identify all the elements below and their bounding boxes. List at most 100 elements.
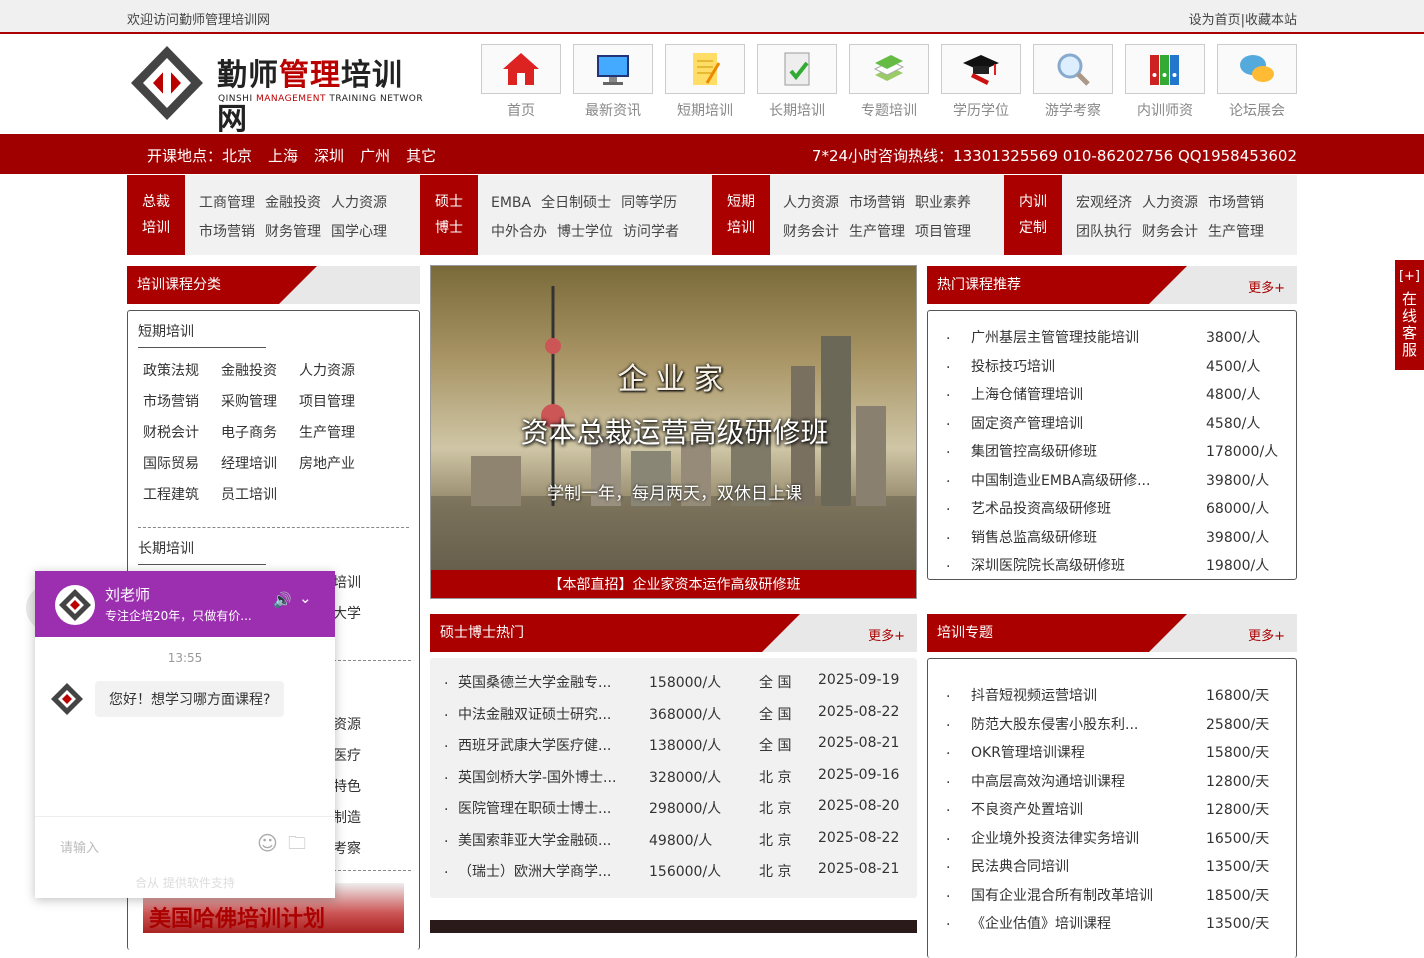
category-item[interactable]: 经理培训 (221, 449, 299, 480)
list-item[interactable]: . 上海仓储管理培训 4800/人 (928, 380, 1296, 409)
more-link[interactable]: 更多+ (1248, 277, 1285, 296)
category-tag[interactable]: 硕士 博士 (420, 175, 478, 255)
category-link[interactable]: 财务会计 (783, 224, 839, 240)
list-item[interactable]: . 广州基层主管管理技能培训 3800/人 (928, 323, 1296, 352)
table-row[interactable]: . 美国索菲亚大学金融硕... 49800/人北 京 2025-08-22 (430, 824, 917, 856)
category-item[interactable]: 项目管理 (299, 387, 377, 418)
nav-item-news[interactable]: 最新资讯 (573, 44, 653, 124)
category-link[interactable]: 人力资源 (783, 195, 839, 211)
category-tag[interactable]: 总裁 培训 (127, 175, 185, 255)
nav-item-trainers[interactable]: 内训师资 (1125, 44, 1205, 124)
category-tag[interactable]: 内训 定制 (1004, 175, 1062, 255)
emoji-icon[interactable]: ☺ (257, 831, 278, 855)
list-item[interactable]: . 中高层高效沟通培训课程 12800/天 (928, 767, 1296, 796)
category-link[interactable]: 团队执行 (1076, 224, 1132, 240)
list-item[interactable]: . 中国制造业EMBA高级研修... 39800/人 (928, 466, 1296, 495)
more-link[interactable]: 更多+ (1248, 625, 1285, 644)
table-row[interactable]: . 医院管理在职硕士博士... 298000/人北 京 2025-08-20 (430, 792, 917, 824)
category-item[interactable]: 国际贸易 (143, 449, 221, 480)
table-row[interactable]: . 英国桑德兰大学金融专... 158000/人全 国 2025-09-19 (430, 666, 917, 698)
table-row[interactable]: . （瑞士）欧洲大学商学... 156000/人北 京 2025-08-21 (430, 855, 917, 887)
category-link[interactable]: 宏观经济 (1076, 195, 1132, 211)
chevron-down-icon[interactable]: ⌄ (299, 589, 312, 607)
hero-banner[interactable]: 企业家 资本总裁运营高级研修班 学制一年，每月两天，双休日上课 【本部直招】企业… (430, 265, 917, 599)
category-item[interactable]: 生产管理 (299, 418, 377, 449)
category-link[interactable]: 财务会计 (1142, 224, 1198, 240)
category-link[interactable]: 中外合办 (491, 224, 547, 240)
category-link[interactable]: 全日制硕士 (541, 195, 611, 211)
list-item[interactable]: . 固定资产管理培训 4580/人 (928, 409, 1296, 438)
category-link[interactable]: 生产管理 (849, 224, 905, 240)
category-item[interactable]: 政策法规 (143, 356, 221, 387)
list-item[interactable]: . 防范大股东侵害小股东利... 25800/天 (928, 710, 1296, 739)
nav-item-short[interactable]: 短期培训 (665, 44, 745, 124)
category-item[interactable]: 房地产业 (299, 449, 377, 480)
category-item[interactable]: 人力资源 (299, 356, 377, 387)
category-link[interactable]: 金融投资 (265, 195, 321, 211)
nav-item-forum[interactable]: 论坛展会 (1217, 44, 1297, 124)
list-item[interactable]: . OKR管理培训课程 15800/天 (928, 738, 1296, 767)
section-title-long: 长期培训 (138, 538, 266, 565)
home-favorite-links[interactable]: 设为首页|收藏本站 (1189, 9, 1297, 28)
category-link[interactable]: 人力资源 (331, 195, 387, 211)
nav-item-study-tour[interactable]: 游学考察 (1033, 44, 1113, 124)
location-other[interactable]: 其它 (406, 147, 436, 165)
category-link[interactable]: 市场营销 (199, 224, 255, 240)
list-item[interactable]: . 销售总监高级研修班 39800/人 (928, 523, 1296, 552)
category-link[interactable]: 博士学位 (557, 224, 613, 240)
category-link[interactable]: EMBA (491, 195, 531, 211)
table-row[interactable]: . 中法金融双证硕士研究... 368000/人全 国 2025-08-22 (430, 698, 917, 730)
category-item[interactable]: 电子商务 (221, 418, 299, 449)
list-item[interactable]: . 深圳医院院长高级研修班 19800/人 (928, 551, 1296, 580)
category-link[interactable]: 生产管理 (1208, 224, 1264, 240)
category-link[interactable]: 市场营销 (1208, 195, 1264, 211)
category-item[interactable]: 采购管理 (221, 387, 299, 418)
nav-item-topic[interactable]: 专题培训 (849, 44, 929, 124)
binders-icon (1150, 55, 1179, 85)
category-link[interactable]: 国学心理 (331, 224, 387, 240)
list-item[interactable]: . 集团管控高级研修班 178000/人 (928, 437, 1296, 466)
list-item[interactable]: . 民法典合同培训 13500/天 (928, 852, 1296, 881)
folder-icon[interactable]: 🗀 (288, 831, 306, 861)
category-item[interactable]: 工程建筑 (143, 480, 221, 511)
list-item[interactable]: . 不良资产处置培训 12800/天 (928, 795, 1296, 824)
chat-header[interactable]: 刘老师 专注企培20年，只做有价... 🔊 ⌄ (35, 571, 335, 637)
category-link[interactable]: 人力资源 (1142, 195, 1198, 211)
location-shanghai[interactable]: 上海 (268, 147, 298, 165)
category-item[interactable]: 市场营销 (143, 387, 221, 418)
location-beijing[interactable]: 北京 (222, 147, 252, 165)
location-guangzhou[interactable]: 广州 (360, 147, 390, 165)
category-tag[interactable]: 短期 培训 (712, 175, 770, 255)
category-item[interactable]: 财税会计 (143, 418, 221, 449)
online-service-tab[interactable]: [+] 在线客服 (1395, 260, 1424, 370)
table-row[interactable]: . 西班牙武康大学医疗健... 138000/人全 国 2025-08-21 (430, 729, 917, 761)
expand-icon[interactable]: [+] (1395, 268, 1424, 285)
list-item[interactable]: . 艺术品投资高级研修班 68000/人 (928, 494, 1296, 523)
banner-caption[interactable]: 【本部直招】企业家资本运作高级研修班 (431, 570, 916, 598)
list-item[interactable]: . 企业境外投资法律实务培训 16500/天 (928, 824, 1296, 853)
table-row[interactable]: . 英国剑桥大学-国外博士... 328000/人北 京 2025-09-16 (430, 761, 917, 793)
sound-icon[interactable]: 🔊 (273, 591, 292, 609)
category-link[interactable]: 同等学历 (621, 195, 677, 211)
category-item[interactable]: 金融投资 (221, 356, 299, 387)
nav-item-long[interactable]: 长期培训 (757, 44, 837, 124)
site-logo[interactable]: 勤师管理培训网 QINSHI MANAGEMENT TRAINING NETWO… (127, 44, 427, 137)
category-link[interactable]: 项目管理 (915, 224, 971, 240)
nav-item-degree[interactable]: 学历学位 (941, 44, 1021, 124)
chat-input[interactable]: 请输入 (60, 837, 99, 856)
category-link[interactable]: 工商管理 (199, 195, 255, 211)
bottom-banner-image[interactable] (430, 920, 917, 933)
category-item[interactable]: 员工培训 (221, 480, 299, 511)
category-link[interactable]: 财务管理 (265, 224, 321, 240)
section-title-short: 短期培训 (138, 321, 266, 348)
nav-item-home[interactable]: 首页 (481, 44, 561, 124)
category-link[interactable]: 访问学者 (623, 224, 679, 240)
more-link[interactable]: 更多+ (868, 625, 905, 644)
category-link[interactable]: 市场营销 (849, 195, 905, 211)
list-item[interactable]: . 投标技巧培训 4500/人 (928, 352, 1296, 381)
location-shenzhen[interactable]: 深圳 (314, 147, 344, 165)
list-item[interactable]: . 国有企业混合所有制改革培训 18500/天 (928, 881, 1296, 910)
list-item[interactable]: . 《企业估值》培训课程 13500/天 (928, 909, 1296, 938)
list-item[interactable]: . 抖音短视频运营培训 16800/天 (928, 681, 1296, 710)
category-link[interactable]: 职业素养 (915, 195, 971, 211)
